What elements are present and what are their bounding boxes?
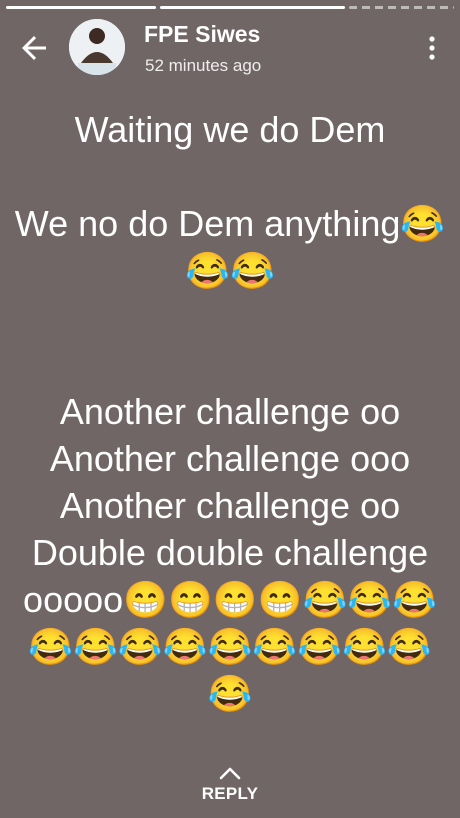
reply-button[interactable]: REPLY xyxy=(0,766,460,804)
progress-segment-seen xyxy=(6,6,156,9)
avatar-image xyxy=(69,19,125,75)
status-text: Waiting we do Dem We no do Dem anything😂… xyxy=(14,109,446,714)
status-timestamp: 52 minutes ago xyxy=(145,56,262,75)
arrow-back-icon[interactable] xyxy=(16,30,52,66)
status-progress-bar xyxy=(6,6,454,9)
reply-label: REPLY xyxy=(201,784,259,803)
avatar[interactable] xyxy=(69,19,125,75)
chevron-up-icon xyxy=(219,767,241,780)
more-vert-icon[interactable] xyxy=(424,34,440,62)
author-name: FPE Siwes xyxy=(144,21,261,47)
progress-segment-current xyxy=(160,6,345,9)
status-header: FPE Siwes 52 minutes ago xyxy=(0,14,460,78)
progress-segment-remaining xyxy=(349,6,454,9)
